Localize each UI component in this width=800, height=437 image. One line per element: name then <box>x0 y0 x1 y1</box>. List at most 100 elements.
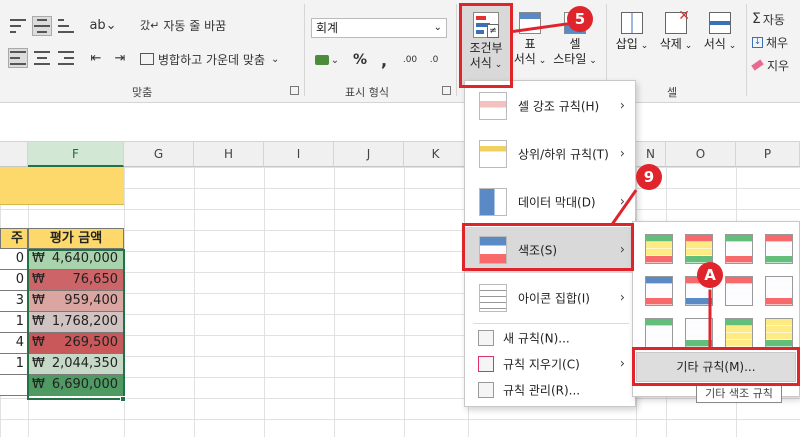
color-scale-stripe <box>766 319 792 326</box>
menu-item-manage-rules[interactable]: 규칙 관리(R)... <box>465 377 635 403</box>
color-scale-option[interactable] <box>765 234 793 264</box>
grid-row-line <box>0 419 800 420</box>
increase-indent-button[interactable]: ⇥ <box>110 48 130 68</box>
grid-column-line <box>404 167 405 437</box>
data-bars-icon <box>479 188 507 216</box>
color-scale-stripe <box>646 249 672 256</box>
color-scale-option[interactable] <box>645 318 673 348</box>
align-right-button[interactable] <box>56 48 76 68</box>
format-button[interactable]: 서식 ⌄ <box>700 12 740 72</box>
alignment-group-label: 맞춤 <box>132 86 153 99</box>
align-middle-button[interactable] <box>32 16 52 36</box>
formula-bar-area <box>0 104 800 142</box>
highlight-rules-icon <box>479 92 507 120</box>
color-scale-stripe <box>726 235 752 242</box>
delete-button[interactable]: ✕ 삭제 ⌄ <box>656 9 696 72</box>
fill-down-icon: ↓ <box>752 36 763 48</box>
left-digit-cell <box>0 375 28 396</box>
tooltip: 기타 색조 규칙 <box>696 384 782 403</box>
color-scale-option[interactable] <box>725 318 753 348</box>
color-scale-stripe <box>766 291 792 298</box>
align-center-button[interactable] <box>32 48 52 68</box>
ribbon: ab⌄ 갔↵ 자동 줄 바꿈 ⇤ ⇥ 병합하고 가운데 맞춤 ⌄ 맞춤 회계 ⌄ ⌄… <box>0 0 800 103</box>
column-header-h[interactable]: H <box>194 142 264 167</box>
color-scale-stripe <box>646 340 672 347</box>
selection-outline <box>27 249 125 400</box>
color-scale-option[interactable] <box>685 234 713 264</box>
grid-row-line <box>0 209 800 210</box>
color-scale-stripe <box>686 235 712 242</box>
chevron-right-icon: › <box>619 290 625 306</box>
insert-button[interactable]: 삽입 ⌄ <box>612 12 652 72</box>
alignment-launcher-icon[interactable] <box>290 86 299 95</box>
merge-center-button[interactable]: 병합하고 가운데 맞춤 ⌄ <box>140 48 300 70</box>
color-scale-stripe <box>646 235 672 242</box>
percent-button[interactable]: % <box>350 50 370 70</box>
color-scale-stripe <box>766 284 792 291</box>
number-launcher-icon[interactable] <box>442 86 451 95</box>
color-scale-option[interactable] <box>645 234 673 264</box>
color-scale-stripe <box>686 242 712 249</box>
comma-button[interactable]: , <box>376 50 392 70</box>
align-top-button[interactable] <box>8 16 28 36</box>
icon-sets-icon <box>479 284 507 312</box>
menu-item-top-bottom-rules[interactable]: 상위/하위 규칙(T) › <box>465 131 635 177</box>
color-scale-stripe <box>766 333 792 340</box>
color-scale-stripe <box>646 242 672 249</box>
delete-icon: ✕ <box>665 9 690 34</box>
step-badge-a: A <box>697 262 723 288</box>
clear-button[interactable]: 지우 <box>751 56 800 74</box>
table-header-amount: 평가 금액 <box>28 228 124 249</box>
chevron-right-icon: › <box>619 98 625 114</box>
orientation-icon[interactable]: ab⌄ <box>86 14 120 36</box>
divider <box>304 4 305 96</box>
color-scale-stripe <box>766 256 792 263</box>
align-left-button[interactable] <box>8 48 28 68</box>
column-header-i[interactable]: I <box>264 142 334 167</box>
color-scale-option[interactable] <box>725 276 753 306</box>
left-digit-cell: 3 <box>0 291 28 312</box>
accounting-format-button[interactable]: ⌄ <box>312 50 342 70</box>
insert-icon <box>621 12 643 34</box>
column-header-p[interactable]: P <box>736 142 800 167</box>
number-format-select[interactable]: 회계 ⌄ <box>311 18 447 38</box>
wrap-text-button[interactable]: 갔↵ 자동 줄 바꿈 <box>140 14 270 36</box>
menu-item-data-bars[interactable]: 데이터 막대(D) › <box>465 179 635 225</box>
column-header-j[interactable]: J <box>334 142 404 167</box>
color-scale-stripe <box>646 256 672 263</box>
color-scale-option[interactable] <box>725 234 753 264</box>
menu-divider <box>473 323 629 324</box>
merge-icon <box>140 53 154 65</box>
menu-item-clear-rules[interactable]: 규칙 지우기(C) › <box>465 351 635 377</box>
column-header-g[interactable]: G <box>124 142 194 167</box>
color-scale-option[interactable] <box>645 276 673 306</box>
column-header-o[interactable]: O <box>666 142 736 167</box>
color-scale-stripe <box>726 340 752 347</box>
align-bottom-button[interactable] <box>56 16 76 36</box>
step-badge-9: 9 <box>636 164 662 190</box>
step-badge-5: 5 <box>567 6 593 32</box>
menu-item-highlight-rules[interactable]: 셀 강조 규칙(H) › <box>465 83 635 129</box>
decrease-decimal-button[interactable]: .0 <box>424 50 444 70</box>
format-as-table-button[interactable]: 표 서식 ⌄ <box>512 12 548 86</box>
wrap-text-icon: 갔↵ <box>140 19 160 32</box>
column-header-f[interactable]: F <box>28 142 124 167</box>
menu-item-icon-sets[interactable]: 아이콘 집합(I) › <box>465 275 635 321</box>
autosum-button[interactable]: Σ 자동 <box>752 10 800 28</box>
decrease-indent-button[interactable]: ⇤ <box>86 48 106 68</box>
increase-decimal-button[interactable]: .00 <box>400 50 420 70</box>
fill-button[interactable]: ↓ 채우 <box>752 33 800 51</box>
left-digit-cell: 4 <box>0 333 28 354</box>
color-scale-option[interactable] <box>765 318 793 348</box>
color-scale-stripe <box>726 319 752 326</box>
color-scale-stripe <box>766 235 792 242</box>
left-digit-cell: 0 <box>0 270 28 291</box>
color-scale-stripe <box>646 333 672 340</box>
column-header-k[interactable]: K <box>404 142 468 167</box>
fill-handle[interactable] <box>120 396 126 402</box>
color-scale-stripe <box>726 277 752 284</box>
menu-item-new-rule[interactable]: 새 규칙(N)... <box>465 325 635 351</box>
color-scale-option[interactable] <box>765 276 793 306</box>
currency-icon <box>314 55 329 65</box>
color-scale-stripe <box>646 326 672 333</box>
